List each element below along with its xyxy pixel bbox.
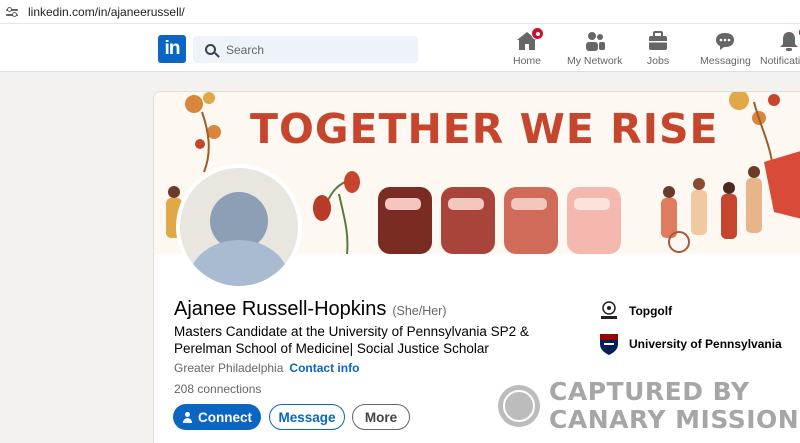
message-icon bbox=[713, 30, 737, 52]
nav-label-my-network: My Network bbox=[567, 55, 623, 67]
linkedin-logo[interactable]: in bbox=[158, 35, 186, 63]
canary-seal-icon bbox=[498, 385, 540, 427]
search-icon bbox=[205, 44, 216, 55]
profile-headline: Masters Candidate at the University of P… bbox=[174, 324, 529, 356]
profile-location: Greater Philadelphia bbox=[174, 361, 284, 375]
org-name-upenn: University of Pennsylvania bbox=[629, 337, 782, 351]
profile-avatar[interactable] bbox=[176, 164, 302, 290]
avatar-body bbox=[189, 240, 289, 286]
more-button[interactable]: More bbox=[352, 404, 410, 430]
profile-location-row: Greater Philadelphia Contact info bbox=[174, 361, 359, 375]
nav-label-jobs: Jobs bbox=[646, 55, 670, 67]
topgolf-logo bbox=[597, 299, 621, 323]
profile-name-row: Ajanee Russell-Hopkins (She/Her) bbox=[174, 298, 447, 321]
connect-button[interactable]: Connect bbox=[173, 404, 261, 430]
org-topgolf[interactable]: Topgolf bbox=[597, 299, 672, 323]
add-person-icon bbox=[182, 411, 194, 423]
upenn-shield-logo bbox=[597, 332, 621, 356]
top-nav: in Search Home My Network Jobs Messaging… bbox=[0, 24, 800, 72]
nav-item-home[interactable]: Home bbox=[513, 27, 544, 68]
nav-label-notifications: Notifications bbox=[760, 55, 800, 67]
url-text[interactable]: linkedin.com/in/ajaneerussell/ bbox=[28, 5, 185, 19]
banner-title: TOGETHER WE RISE bbox=[250, 105, 719, 153]
network-icon bbox=[583, 30, 607, 52]
watermark-line-2: CANARY MISSION bbox=[549, 405, 800, 434]
home-badge bbox=[531, 27, 544, 40]
watermark-line-1: CAPTURED BY bbox=[549, 377, 750, 406]
watermark-text: CAPTURED BY CANARY MISSION bbox=[549, 378, 799, 434]
profile-pronouns: (She/Her) bbox=[392, 304, 447, 318]
site-settings-icon[interactable] bbox=[5, 5, 19, 19]
connect-label: Connect bbox=[198, 409, 252, 425]
nav-item-my-network[interactable]: My Network bbox=[567, 30, 622, 68]
bell-icon: 8 bbox=[777, 26, 800, 52]
nav-item-messaging[interactable]: Messaging bbox=[700, 30, 751, 68]
nav-label-messaging: Messaging bbox=[700, 55, 751, 67]
org-name-topgolf: Topgolf bbox=[629, 304, 673, 318]
canary-mission-watermark: CAPTURED BY CANARY MISSION bbox=[498, 378, 799, 434]
nav-item-notifications[interactable]: 8 Notifications bbox=[760, 26, 800, 68]
browser-address-bar[interactable]: linkedin.com/in/ajaneerussell/ bbox=[0, 0, 800, 24]
briefcase-icon bbox=[646, 30, 670, 52]
contact-info-link[interactable]: Contact info bbox=[289, 361, 359, 375]
search-input[interactable]: Search bbox=[193, 36, 418, 63]
message-button[interactable]: Message bbox=[269, 404, 345, 430]
profile-name: Ajanee Russell-Hopkins bbox=[174, 298, 387, 320]
nav-item-jobs[interactable]: Jobs bbox=[646, 30, 670, 68]
search-placeholder: Search bbox=[226, 42, 265, 57]
nav-label-home: Home bbox=[513, 55, 542, 67]
org-university-of-pennsylvania[interactable]: University of Pennsylvania bbox=[597, 332, 782, 356]
home-icon bbox=[515, 27, 544, 52]
connections-count[interactable]: 208 connections bbox=[174, 382, 261, 396]
